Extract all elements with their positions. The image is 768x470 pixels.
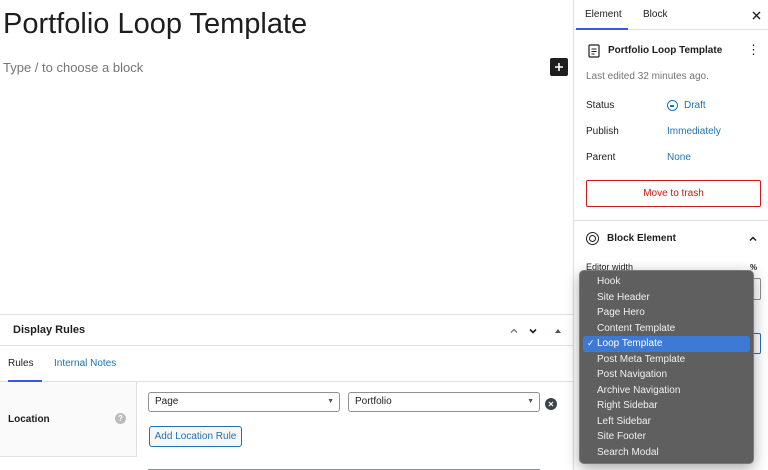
display-rules-panel: Display Rules Rules Internal Notes Locat…	[0, 314, 573, 470]
menu-option-search-modal[interactable]: Search Modal	[583, 445, 750, 461]
chevron-down-icon	[529, 328, 537, 334]
menu-option-label: Archive Navigation	[597, 384, 681, 396]
publish-value[interactable]: Immediately	[667, 126, 721, 137]
move-to-trash-button[interactable]: Move to trash	[586, 180, 761, 207]
block-inserter-button[interactable]	[550, 58, 568, 76]
add-location-rule-button[interactable]: Add Location Rule	[149, 426, 242, 447]
location-type-select[interactable]: Page ▼	[148, 392, 340, 412]
menu-option-label: Hook	[597, 276, 621, 287]
editor-width-input[interactable]	[754, 278, 761, 300]
editor-canvas: Portfolio Loop Template Type / to choose…	[0, 0, 573, 314]
menu-option-label: Left Sidebar	[597, 415, 651, 427]
parent-value[interactable]: None	[667, 152, 691, 163]
checkmark-icon: ✓	[587, 338, 595, 348]
menu-option-label: Loop Template	[597, 338, 663, 349]
move-up-button[interactable]	[507, 324, 521, 338]
tab-rules[interactable]: Rules	[8, 346, 42, 382]
chevron-up-icon	[510, 328, 518, 333]
display-rules-tabs: Rules Internal Notes	[0, 346, 573, 382]
triangle-up-icon	[555, 329, 561, 333]
sidebar-divider	[574, 220, 768, 221]
tab-block[interactable]: Block	[643, 0, 667, 30]
status-label: Status	[586, 100, 615, 111]
close-icon	[752, 11, 760, 19]
menu-option-archive-navigation[interactable]: Archive Navigation	[583, 383, 750, 399]
more-options-icon[interactable]: ⋮	[747, 43, 760, 59]
menu-option-site-footer[interactable]: Site Footer	[583, 429, 750, 445]
remove-rule-button[interactable]	[545, 398, 557, 410]
status-value[interactable]: Draft	[684, 100, 706, 111]
menu-option-right-sidebar[interactable]: Right Sidebar	[583, 398, 750, 414]
menu-option-post-meta-template[interactable]: Post Meta Template	[583, 352, 750, 368]
block-appender-placeholder[interactable]: Type / to choose a block	[3, 60, 143, 75]
caret-down-icon: ▼	[327, 398, 334, 405]
menu-option-label: Page Hero	[597, 307, 645, 318]
draft-status-icon	[667, 100, 678, 111]
menu-option-site-header[interactable]: Site Header	[583, 290, 750, 306]
menu-option-post-navigation[interactable]: Post Navigation	[583, 367, 750, 383]
block-element-title: Block Element	[607, 233, 676, 244]
block-element-icon	[586, 232, 599, 245]
menu-option-loop-template[interactable]: ✓ Loop Template	[583, 336, 750, 352]
close-icon	[548, 401, 554, 407]
display-rules-header: Display Rules	[0, 315, 573, 346]
menu-option-label: Site Header	[597, 291, 650, 303]
menu-option-content-template[interactable]: Content Template	[583, 321, 750, 337]
document-title: Portfolio Loop Template	[608, 45, 723, 56]
parent-label: Parent	[586, 152, 616, 163]
chevron-up-icon	[749, 236, 757, 242]
menu-option-label: Content Template	[597, 322, 676, 334]
location-value: Portfolio	[355, 396, 392, 407]
help-icon[interactable]: ?	[115, 413, 126, 424]
sidebar-tabs: Element Block	[574, 0, 768, 30]
toggle-panel-button[interactable]	[551, 324, 565, 338]
tab-internal-notes[interactable]: Internal Notes	[54, 346, 116, 382]
location-value-select[interactable]: Portfolio ▼	[348, 392, 540, 412]
menu-option-page-hero[interactable]: Page Hero	[583, 305, 750, 321]
publish-label: Publish	[586, 126, 619, 137]
close-sidebar-button[interactable]	[749, 8, 763, 22]
menu-option-label: Site Footer	[597, 431, 646, 442]
menu-option-hook[interactable]: Hook	[583, 274, 750, 290]
element-type-select[interactable]	[754, 333, 761, 354]
caret-down-icon: ▼	[527, 398, 534, 405]
menu-option-label: Search Modal	[597, 446, 659, 458]
plus-icon	[555, 63, 563, 71]
element-type-menu: Hook Site Header Page Hero Content Template…	[579, 270, 754, 464]
location-label-cell: Location ?	[0, 382, 137, 457]
menu-option-label: Right Sidebar	[597, 400, 658, 411]
menu-option-left-sidebar[interactable]: Left Sidebar	[583, 414, 750, 430]
location-label: Location	[8, 414, 50, 425]
post-title[interactable]: Portfolio Loop Template	[3, 8, 307, 41]
last-edited-text: Last edited 32 minutes ago.	[586, 71, 709, 82]
document-icon	[588, 44, 600, 58]
collapse-block-element-button[interactable]	[746, 232, 760, 246]
display-rules-title: Display Rules	[13, 324, 86, 336]
menu-option-label: Post Meta Template	[597, 353, 686, 365]
menu-option-label: Post Navigation	[597, 369, 668, 380]
location-type-value: Page	[155, 396, 179, 407]
tab-element[interactable]: Element	[576, 0, 628, 30]
move-down-button[interactable]	[526, 324, 540, 338]
